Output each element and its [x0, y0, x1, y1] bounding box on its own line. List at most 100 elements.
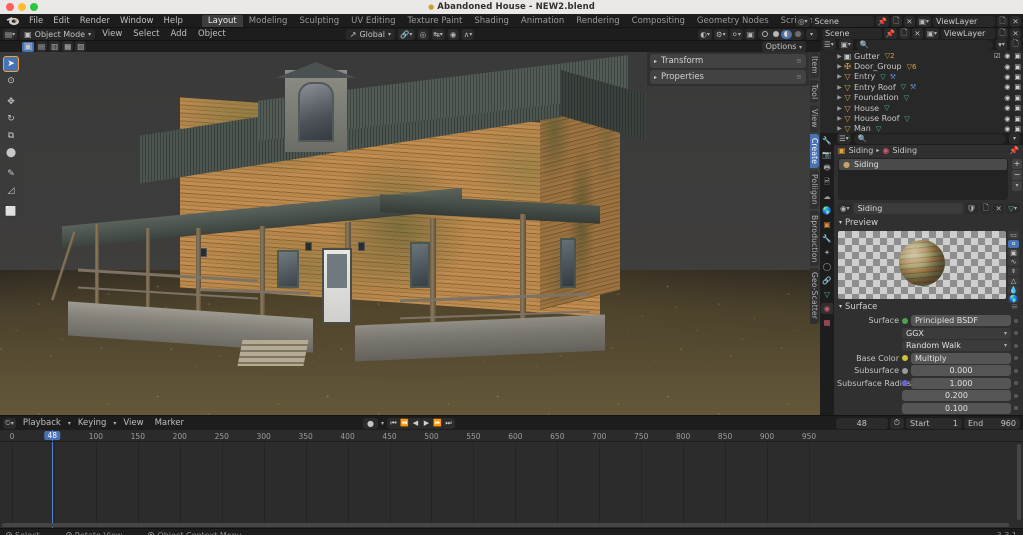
world-properties-tab[interactable]: 🌎 — [821, 205, 833, 216]
timeline-ruler[interactable]: 0501001502002503003504004505005506006507… — [0, 430, 1023, 442]
play-reverse-button[interactable]: ◀ — [410, 419, 421, 428]
transform-tool[interactable]: ⬤ — [3, 145, 19, 161]
menu-window[interactable]: Window — [115, 14, 159, 28]
workspace-tab-rendering[interactable]: Rendering — [570, 15, 625, 27]
select-mode-new-icon[interactable]: ▣ — [22, 41, 34, 52]
outliner-pin-icon[interactable]: 📌 — [883, 28, 897, 39]
field-value[interactable]: 0.100 — [902, 402, 1011, 414]
eye-icon[interactable]: ◉ — [1004, 52, 1010, 60]
workspace-tab-geometry-nodes[interactable]: Geometry Nodes — [691, 15, 775, 27]
surface-menu-icon[interactable]: ≡ — [1011, 302, 1018, 312]
workspace-tab-uv-editing[interactable]: UV Editing — [345, 15, 401, 27]
material-data-icon[interactable]: ▽ ▾ — [1006, 202, 1019, 214]
preview-cube-button[interactable]: ▣ — [1008, 248, 1019, 257]
outliner-copy-icon[interactable]: 🗋 — [898, 28, 910, 39]
camera-icon[interactable]: ▣ — [1014, 73, 1021, 81]
rendered-shading-button[interactable] — [792, 30, 803, 39]
overlays-icon[interactable]: ⚪ ▾ — [729, 28, 743, 40]
n-panel-tab-tool[interactable]: Tool — [810, 79, 819, 104]
outliner-scene-field[interactable]: Scene — [822, 28, 882, 39]
field-value[interactable]: Random Walk ▾ — [902, 340, 1011, 351]
prev-keyframe-button[interactable]: ⏪ — [399, 419, 410, 428]
outliner-search-input[interactable]: 🔍 — [855, 39, 993, 50]
scale-tool[interactable]: ⧉ — [3, 128, 19, 144]
menu-render[interactable]: Render — [75, 14, 115, 28]
timeline-playhead[interactable] — [52, 442, 54, 528]
outliner-new-layer-icon[interactable]: 🗋 — [997, 28, 1008, 39]
n-panel-tab-bproduction[interactable]: Bproduction — [810, 210, 819, 267]
data-properties-tab[interactable]: ▽ — [821, 289, 833, 300]
breadcrumb-object[interactable]: Siding — [849, 146, 874, 155]
solid-shading-button[interactable] — [770, 30, 781, 39]
timeline-vertical-scrollbar[interactable] — [1017, 444, 1021, 520]
viewlayer-properties-tab[interactable]: 🖻 — [821, 177, 833, 188]
field-swatch[interactable] — [902, 367, 908, 374]
menu-help[interactable]: Help — [158, 14, 187, 28]
texture-properties-tab[interactable]: ▦ — [821, 317, 833, 328]
proportional-edit-icon[interactable]: ◎ — [417, 28, 429, 40]
preview-shaderball-button[interactable]: ⌽ — [1008, 266, 1019, 276]
camera-icon[interactable]: ▣ — [1014, 52, 1021, 60]
proportional-falloff-icon[interactable]: ↹ ▾ — [431, 28, 445, 40]
timeline-menu-playback[interactable]: Playback — [19, 418, 65, 428]
field-animate-dot[interactable] — [1014, 356, 1018, 360]
object-properties-tab[interactable]: ▣ — [821, 219, 833, 230]
tweak-select-tool[interactable]: ➤ — [3, 56, 19, 72]
viewlayer-name-field[interactable]: ViewLayer — [933, 15, 995, 27]
outliner-x-icon[interactable]: ✕ — [911, 28, 923, 39]
timeline-editor-type-icon[interactable]: ⏲ ▾ — [3, 417, 16, 429]
checkbox-icon[interactable]: ☑ — [994, 52, 1000, 60]
properties-editor-type-icon[interactable]: ☰ ▾ — [837, 133, 851, 144]
field-animate-dot[interactable] — [1014, 393, 1018, 398]
add-material-slot-button[interactable]: + — [1012, 158, 1022, 169]
field-value[interactable]: 0.000 — [911, 365, 1011, 376]
workspace-tab-compositing[interactable]: Compositing — [626, 15, 691, 27]
material-preview-render[interactable] — [838, 230, 1006, 299]
preview-section-header[interactable]: ▾ Preview — [834, 216, 1023, 230]
select-mode-intersect-icon[interactable]: ▧ — [75, 41, 87, 52]
proportional-connected-icon[interactable]: ◉ — [447, 28, 459, 40]
chevron-right-icon[interactable]: ▶ — [836, 84, 843, 91]
eye-icon[interactable]: ◉ — [1004, 83, 1010, 91]
jump-to-end-button[interactable]: ⏭ — [443, 419, 454, 428]
material-properties-tab[interactable]: ◉ — [821, 302, 833, 314]
n-panel-tab-view[interactable]: View — [810, 105, 819, 132]
viewport-menu-select[interactable]: Select — [129, 29, 163, 39]
outliner-row-man[interactable]: ▶ ▽ Man ▽ ◉ ▣ — [820, 124, 1023, 132]
preview-cloth-button[interactable]: △ — [1008, 276, 1019, 285]
field-value[interactable]: Multiply — [911, 352, 1011, 364]
outliner-new-collection-icon[interactable]: 🗋 — [1010, 39, 1021, 50]
timeline-body[interactable] — [0, 442, 1023, 528]
viewport-options-button[interactable]: Options ▾ — [761, 41, 806, 52]
blender-logo-icon[interactable] — [6, 15, 20, 26]
field-animate-dot[interactable] — [1014, 318, 1018, 323]
modifier-properties-tab[interactable]: 🔧 — [821, 233, 833, 244]
field-swatch[interactable] — [902, 380, 908, 386]
workspace-tab-sculpting[interactable]: Sculpting — [293, 15, 345, 27]
editor-type-icon[interactable]: ▤ ▾ — [3, 28, 18, 40]
camera-icon[interactable]: ▣ — [1014, 115, 1021, 123]
properties-options-icon[interactable]: ▾ — [1009, 133, 1020, 144]
browse-material-icon[interactable]: ◉ ▾ — [838, 202, 852, 214]
pin-scene-icon[interactable]: 📌 — [875, 15, 889, 27]
field-animate-dot[interactable] — [1014, 381, 1018, 385]
panel-transform[interactable]: ▸ Transform ≡ — [650, 54, 806, 68]
chevron-right-icon[interactable]: ▶ — [836, 94, 843, 101]
outliner-viewlayer-field[interactable]: ViewLayer — [941, 28, 995, 39]
camera-icon[interactable]: ▣ — [1014, 104, 1021, 112]
timeline-menu-keying[interactable]: Keying — [74, 418, 111, 428]
preview-flat-button[interactable]: ▭ — [1008, 230, 1019, 239]
delete-viewlayer-icon[interactable]: ✕ — [1010, 15, 1021, 27]
camera-icon[interactable]: ▣ — [1014, 94, 1021, 102]
duplicate-material-icon[interactable]: 🗋 — [980, 202, 992, 214]
scene-name-field[interactable]: Scene — [811, 15, 874, 27]
shading-popover-icon[interactable]: ▾ — [806, 28, 817, 40]
material-slot-list[interactable]: ● Siding — [838, 157, 1008, 200]
viewlayer-browse-icon[interactable]: ▣ ▾ — [916, 15, 931, 27]
remove-material-slot-button[interactable]: − — [1012, 169, 1022, 180]
new-viewlayer-icon[interactable]: 🗋 — [997, 15, 1008, 27]
xray-toggle-icon[interactable]: ▣ — [744, 28, 756, 40]
auto-keying-button[interactable]: ● — [363, 417, 378, 429]
chevron-right-icon[interactable]: ▶ — [836, 125, 843, 132]
outliner-row-house-roof[interactable]: ▶ ▽ House Roof ▽ ◉ ▣ — [820, 113, 1023, 123]
